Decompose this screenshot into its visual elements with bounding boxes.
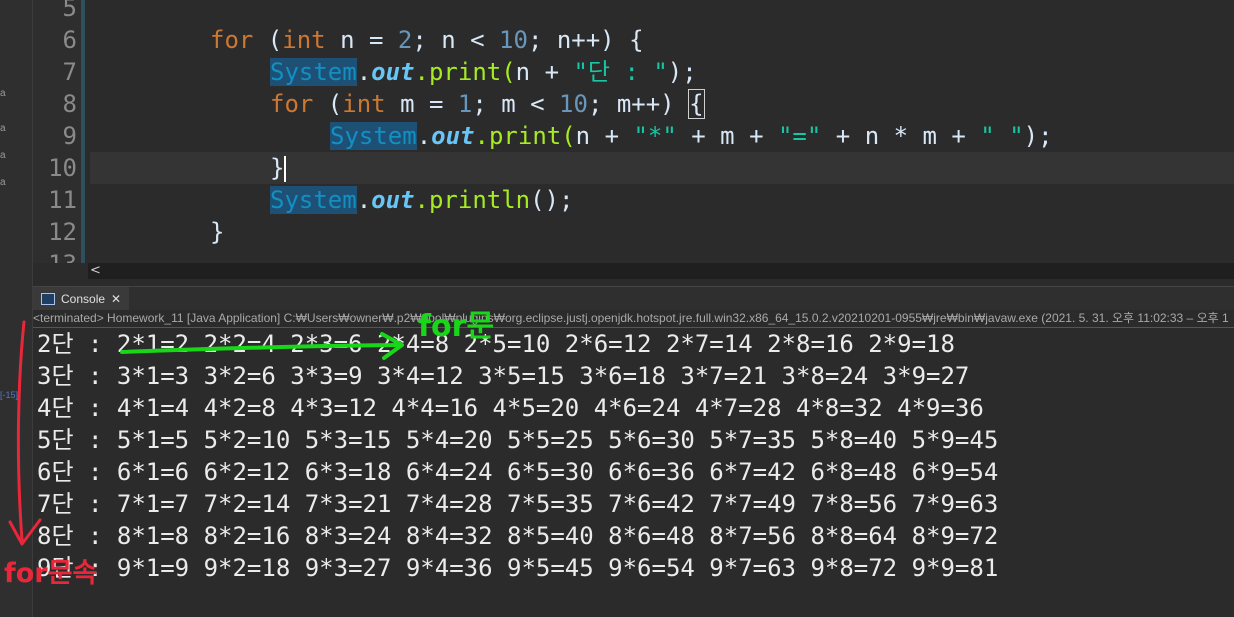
string-literal: "*" [633, 122, 677, 150]
code-token: . [416, 122, 432, 150]
code-line-6[interactable]: for (int n = 2; n < 10; n++) { [210, 24, 644, 56]
method-call: .print( [414, 58, 516, 86]
strip-mark: a [0, 177, 6, 188]
line-number: 6 [62, 26, 77, 54]
code-token: m = [385, 90, 458, 118]
scroll-left-arrow-icon[interactable]: < [90, 263, 101, 279]
console-line: 6단 : 6*1=6 6*2=12 6*3=18 6*4=24 6*5=30 6… [37, 458, 999, 486]
out-field: out [371, 186, 415, 214]
keyword-for: for [270, 90, 314, 118]
out-field: out [371, 58, 415, 86]
string-literal: " " [980, 122, 1024, 150]
method-call: .println [414, 186, 531, 214]
current-line-highlight [90, 152, 1234, 184]
line-number: 10 [48, 154, 77, 182]
code-token: ( [253, 26, 283, 54]
strip-mark: a [0, 88, 6, 99]
console-icon [41, 293, 55, 305]
console-line: 4단 : 4*1=4 4*2=8 4*3=12 4*4=16 4*5=20 4*… [37, 394, 984, 422]
code-token: n + [575, 122, 634, 150]
keyword-int: int [342, 90, 386, 118]
number-literal: 2 [397, 26, 413, 54]
line-number-gutter: 5 6 7 8 9 10 11 12 13 [33, 0, 85, 263]
console-output[interactable]: 2단 : 2*1=2 2*2=4 2*3=6 2*4=8 2*5=10 2*6=… [37, 328, 1234, 617]
code-token: . [356, 186, 372, 214]
code-line-11[interactable]: System.out.println(); [270, 184, 573, 216]
code-token: (); [530, 186, 574, 214]
console-line: 8단 : 8*1=8 8*2=16 8*3=24 8*4=32 8*5=40 8… [37, 522, 999, 550]
closing-brace: } [270, 154, 285, 182]
line-number: 13 [33, 248, 77, 263]
matched-brace: { [688, 89, 705, 119]
code-token: . [356, 58, 372, 86]
code-line-8[interactable]: for (int m = 1; m < 10; m++) { [270, 88, 705, 120]
system-class: System [270, 186, 357, 214]
number-literal: 10 [499, 26, 528, 54]
code-line-7[interactable]: System.out.print(n + "단 : "); [270, 56, 697, 88]
code-token: n + [515, 58, 574, 86]
horizontal-scrollbar[interactable]: < [88, 263, 1234, 279]
tab-console-label: Console [61, 292, 106, 306]
strip-mark: a [0, 123, 6, 134]
console-line: 9단 : 9*1=9 9*2=18 9*3=27 9*4=36 9*5=45 9… [37, 554, 999, 582]
close-icon[interactable]: ✕ [111, 292, 121, 306]
string-literal: "단 : " [573, 58, 668, 86]
line-number: 11 [48, 186, 77, 214]
line-number: 9 [62, 122, 77, 150]
number-literal: 1 [457, 90, 473, 118]
code-token: ; n < [412, 26, 500, 54]
code-line-10[interactable]: } [270, 152, 287, 184]
out-field: out [431, 122, 475, 150]
number-literal: 10 [559, 90, 588, 118]
strip-mark: a [0, 150, 6, 161]
text-caret [284, 156, 287, 182]
string-literal: "=" [777, 122, 822, 150]
keyword-for: for [210, 26, 254, 54]
closing-brace: } [210, 218, 225, 246]
code-token: n = [325, 26, 398, 54]
code-token: ; n++) { [527, 26, 644, 54]
code-token: ; m++) [587, 90, 690, 118]
system-class: System [330, 122, 417, 150]
code-token: ; m < [472, 90, 560, 118]
method-call: .print( [474, 122, 576, 150]
line-number: 7 [62, 58, 77, 86]
code-token: + n * m + [821, 122, 981, 150]
console-line: 7단 : 7*1=7 7*2=14 7*3=21 7*4=28 7*5=35 7… [37, 490, 999, 518]
console-process-status: <terminated> Homework_11 [Java Applicati… [33, 310, 1234, 328]
code-token: ); [667, 58, 697, 86]
line-number: 12 [48, 218, 77, 246]
code-line-12[interactable]: } [210, 216, 224, 248]
console-line: 5단 : 5*1=5 5*2=10 5*3=15 5*4=20 5*5=25 5… [37, 426, 999, 454]
console-line: 3단 : 3*1=3 3*2=6 3*3=9 3*4=12 3*5=15 3*6… [37, 362, 970, 390]
system-class: System [270, 58, 357, 86]
keyword-int: int [282, 26, 326, 54]
console-line: 2단 : 2*1=2 2*2=4 2*3=6 2*4=8 2*5=10 2*6=… [37, 330, 955, 358]
package-explorer-strip: a a a a [-15] [0, 0, 33, 617]
code-token: ( [313, 90, 343, 118]
code-token: + m + [676, 122, 778, 150]
line-number: 5 [62, 0, 77, 22]
code-editor[interactable]: 5 6 7 8 9 10 11 12 13 for (int n = 2; n … [33, 0, 1234, 263]
console-tab-bar: Console ✕ [33, 286, 1234, 311]
line-number: 8 [62, 90, 77, 118]
tab-console[interactable]: Console ✕ [33, 287, 130, 311]
code-line-9[interactable]: System.out.print(n + "*" + m + "=" + n *… [330, 120, 1053, 152]
code-token: ); [1023, 122, 1053, 150]
strip-badge: [-15] [0, 390, 19, 400]
